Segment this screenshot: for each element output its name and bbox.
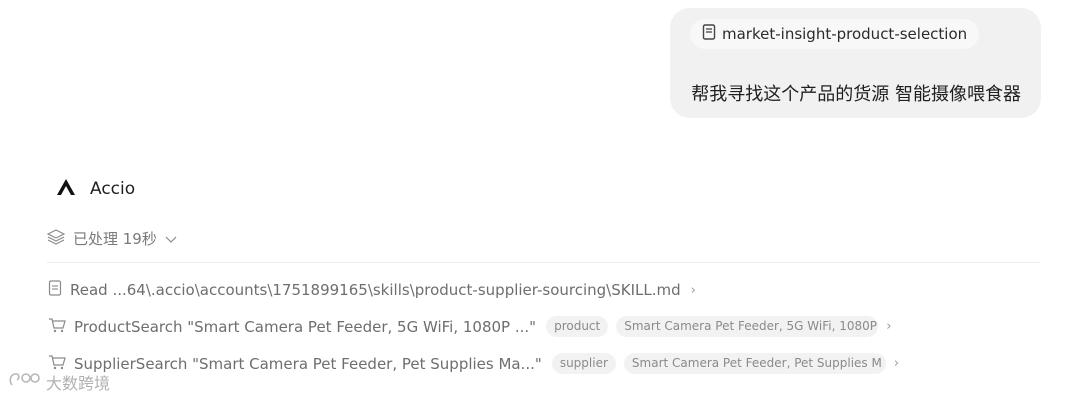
user-message-text: 帮我寻找这个产品的货源 智能摄像喂食器: [691, 84, 1021, 105]
step-text: SupplierSearch "Smart Camera Pet Feeder,…: [74, 354, 542, 373]
divider: [47, 262, 1040, 263]
step-tag: Smart Camera Pet Feeder, 5G WiFi, 1080P: [616, 316, 879, 337]
watermark-text: 大数跨境: [46, 374, 111, 393]
watermark: 大数跨境: [8, 370, 110, 394]
document-icon: [702, 24, 716, 44]
assistant-header: Accio: [56, 178, 135, 200]
watermark-logo-icon: [8, 371, 42, 393]
step-product-search[interactable]: ProductSearch "Smart Camera Pet Feeder, …: [48, 316, 891, 337]
step-supplier-search[interactable]: SupplierSearch "Smart Camera Pet Feeder,…: [48, 353, 899, 374]
skill-chip-label: market-insight-product-selection: [722, 25, 968, 43]
processed-label: 已处理 19秒: [73, 230, 157, 248]
step-read[interactable]: Read ...64\.accio\accounts\1751899165\sk…: [48, 280, 696, 300]
cart-icon: [48, 317, 66, 337]
document-icon: [48, 280, 62, 300]
step-text: Read ...64\.accio\accounts\1751899165\sk…: [70, 281, 681, 299]
user-message-bubble: market-insight-product-selection 帮我寻找这个产…: [670, 8, 1041, 118]
skill-chip[interactable]: market-insight-product-selection: [690, 19, 980, 49]
chevron-right-icon: ›: [886, 319, 892, 334]
accio-logo-icon: [56, 178, 76, 200]
chevron-down-icon: [165, 230, 177, 248]
step-tag: product: [546, 316, 609, 337]
step-text: ProductSearch "Smart Camera Pet Feeder, …: [74, 317, 537, 336]
step-tag: supplier: [551, 353, 616, 374]
layers-icon: [46, 228, 66, 249]
step-tag: Smart Camera Pet Feeder, Pet Supplies M: [623, 353, 886, 374]
processed-toggle[interactable]: 已处理 19秒: [46, 228, 177, 249]
assistant-name: Accio: [90, 179, 136, 199]
chevron-right-icon: ›: [690, 282, 696, 298]
chevron-right-icon: ›: [893, 356, 900, 371]
